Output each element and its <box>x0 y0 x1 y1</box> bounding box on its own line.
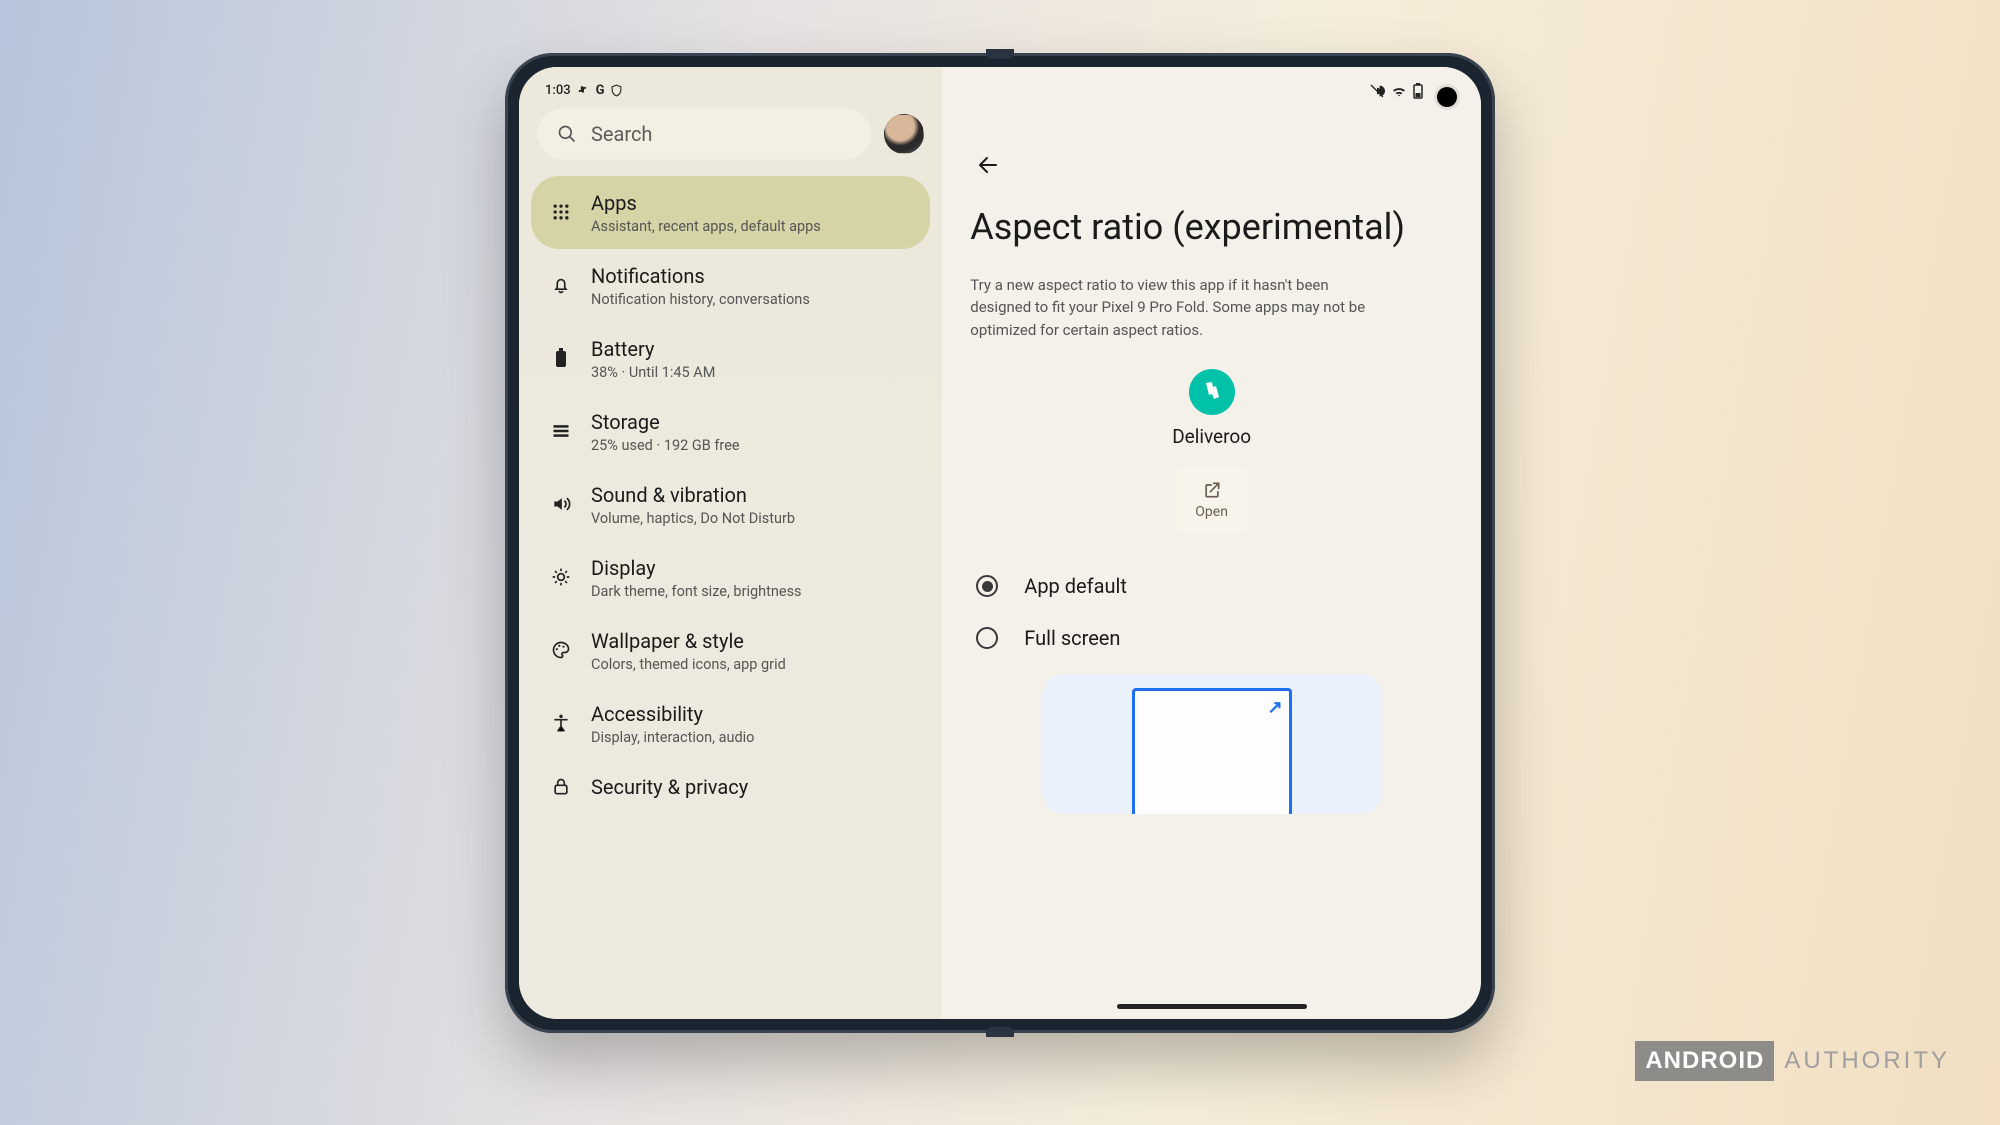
search-input[interactable]: Search <box>537 108 872 160</box>
sidebar-item-subtitle: Display, interaction, audio <box>591 729 754 746</box>
wifi-icon <box>1391 83 1407 99</box>
search-icon <box>557 124 577 144</box>
front-camera <box>1437 87 1457 107</box>
sidebar-item-storage[interactable]: Storage 25% used · 192 GB free <box>531 395 930 468</box>
sidebar-item-title: Apps <box>591 190 821 216</box>
aspect-preview: ↗ <box>970 674 1453 814</box>
sidebar-item-title: Battery <box>591 336 715 362</box>
settings-detail-pane: Aspect ratio (experimental) Try a new as… <box>942 67 1481 1019</box>
battery-status-icon <box>1413 83 1423 99</box>
google-icon: G <box>596 83 605 98</box>
sidebar-item-title: Wallpaper & style <box>591 628 786 654</box>
open-external-icon <box>1202 480 1222 500</box>
status-bar-right <box>970 77 1453 99</box>
page-description: Try a new aspect ratio to view this app … <box>970 274 1390 342</box>
sidebar-item-apps[interactable]: Apps Assistant, recent apps, default app… <box>531 176 930 249</box>
sidebar-item-subtitle: 38% · Until 1:45 AM <box>591 364 715 381</box>
expand-arrow-icon: ↗ <box>1268 697 1283 718</box>
gesture-nav-bar[interactable] <box>1117 1004 1307 1009</box>
slack-icon <box>577 84 590 97</box>
search-placeholder: Search <box>591 122 652 146</box>
watermark-brand: ANDROID <box>1635 1041 1774 1081</box>
app-name: Deliveroo <box>1172 425 1251 448</box>
sound-icon <box>549 494 573 514</box>
sidebar-item-battery[interactable]: Battery 38% · Until 1:45 AM <box>531 322 930 395</box>
apps-icon <box>549 202 573 222</box>
profile-avatar[interactable] <box>884 114 924 154</box>
page-title: Aspect ratio (experimental) <box>970 205 1453 250</box>
vibrate-icon <box>1369 83 1385 99</box>
shield-icon <box>610 84 623 97</box>
search-row: Search <box>531 108 930 172</box>
battery-icon <box>549 348 573 368</box>
sidebar-item-title: Display <box>591 555 802 581</box>
preview-app-window: ↗ <box>1132 688 1292 814</box>
palette-icon <box>549 640 573 660</box>
bell-icon <box>549 275 573 295</box>
watermark: ANDROID AUTHORITY <box>1635 1041 1950 1081</box>
sidebar-item-subtitle: Dark theme, font size, brightness <box>591 583 802 600</box>
radio-button[interactable] <box>976 627 998 649</box>
sidebar-item-wallpaper-style[interactable]: Wallpaper & style Colors, themed icons, … <box>531 614 930 687</box>
sidebar-item-subtitle: 25% used · 192 GB free <box>591 437 740 454</box>
sidebar-item-sound-vibration[interactable]: Sound & vibration Volume, haptics, Do No… <box>531 468 930 541</box>
screen: 1:03 G Search <box>519 67 1481 1019</box>
app-header: Deliveroo <box>970 369 1453 448</box>
sidebar-item-title: Notifications <box>591 263 810 289</box>
sidebar-item-subtitle: Volume, haptics, Do Not Disturb <box>591 510 795 527</box>
deliveroo-icon <box>1189 369 1235 415</box>
sidebar-item-security-privacy[interactable]: Security & privacy <box>531 760 930 814</box>
hinge-bottom <box>986 1027 1014 1037</box>
sidebar-item-title: Sound & vibration <box>591 482 795 508</box>
radio-option-full-screen[interactable]: Full screen <box>970 612 1453 664</box>
radio-label: Full screen <box>1024 626 1120 650</box>
sidebar-item-display[interactable]: Display Dark theme, font size, brightnes… <box>531 541 930 614</box>
preview-frame: ↗ <box>1042 674 1382 814</box>
sidebar-item-subtitle: Colors, themed icons, app grid <box>591 656 786 673</box>
brightness-icon <box>549 567 573 587</box>
settings-list[interactable]: Apps Assistant, recent apps, default app… <box>531 172 930 1019</box>
sidebar-item-title: Accessibility <box>591 701 754 727</box>
accessibility-icon <box>549 713 573 733</box>
radio-button[interactable] <box>976 575 998 597</box>
radio-option-app-default[interactable]: App default <box>970 560 1453 612</box>
lock-icon <box>549 777 573 797</box>
storage-icon <box>549 421 573 441</box>
device-frame: 1:03 G Search <box>505 53 1495 1033</box>
aspect-ratio-options: App default Full screen <box>970 560 1453 664</box>
sidebar-item-title: Security & privacy <box>591 774 748 800</box>
radio-label: App default <box>1024 574 1127 598</box>
hinge-top <box>986 49 1014 59</box>
sidebar-item-accessibility[interactable]: Accessibility Display, interaction, audi… <box>531 687 930 760</box>
open-app-button[interactable]: Open <box>1175 466 1248 534</box>
sidebar-item-subtitle: Assistant, recent apps, default apps <box>591 218 821 235</box>
status-bar: 1:03 G <box>531 77 930 108</box>
back-button[interactable] <box>970 147 1006 183</box>
settings-master-pane: 1:03 G Search <box>519 67 942 1019</box>
sidebar-item-notifications[interactable]: Notifications Notification history, conv… <box>531 249 930 322</box>
watermark-word: AUTHORITY <box>1784 1047 1950 1075</box>
sidebar-item-subtitle: Notification history, conversations <box>591 291 810 308</box>
status-time: 1:03 <box>545 83 571 98</box>
sidebar-item-title: Storage <box>591 409 740 435</box>
open-label: Open <box>1195 504 1228 520</box>
